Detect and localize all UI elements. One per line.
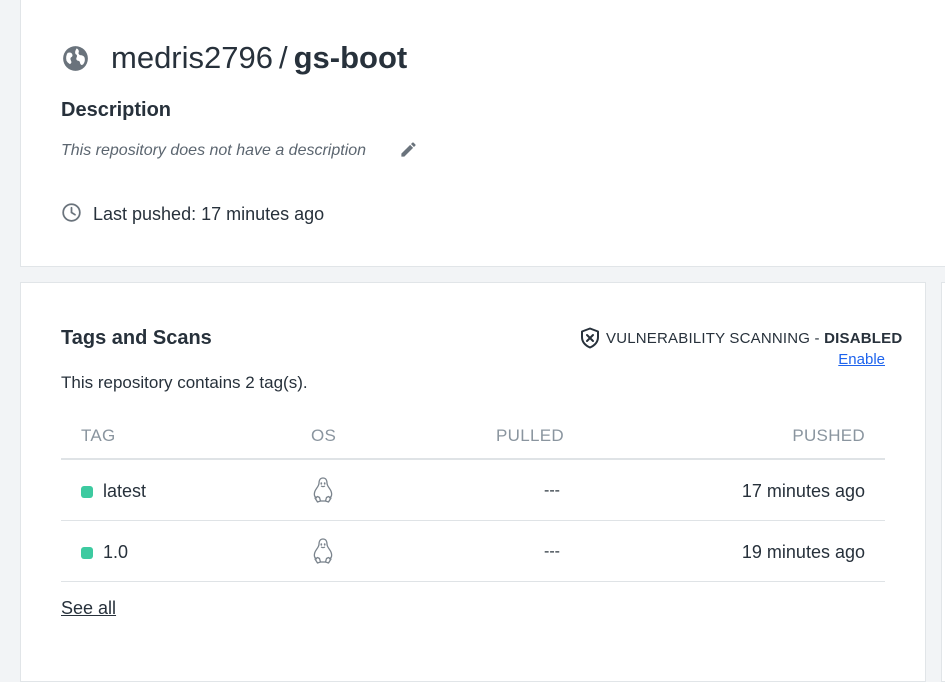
side-panel-card xyxy=(941,282,945,682)
row-divider xyxy=(61,581,885,582)
see-all-link[interactable]: See all xyxy=(61,596,116,620)
description-heading: Description xyxy=(61,99,172,121)
vulnerability-scanning-status: DISABLED xyxy=(824,330,903,347)
linux-icon xyxy=(313,538,333,564)
pulled-value: --- xyxy=(544,543,560,560)
shield-icon xyxy=(581,327,599,349)
pushed-value: 17 minutes ago xyxy=(741,481,865,501)
pushed-value: 19 minutes ago xyxy=(741,542,865,562)
pulled-value: --- xyxy=(544,482,560,499)
tags-heading: Tags and Scans xyxy=(61,327,212,349)
tag-status-dot xyxy=(81,547,93,559)
repo-title-separator: / xyxy=(278,40,288,75)
repo-owner[interactable]: medris2796 xyxy=(111,40,273,75)
repo-name: gs-boot xyxy=(293,40,408,75)
enable-scanning-link[interactable]: Enable xyxy=(838,350,885,370)
last-pushed-text: Last pushed: 17 minutes ago xyxy=(93,204,325,224)
linux-icon xyxy=(313,477,333,503)
column-header-tag: TAG xyxy=(81,426,116,445)
repo-title: medris2796/gs-boot xyxy=(111,38,407,78)
edit-icon[interactable] xyxy=(399,140,418,159)
table-row: 1.0 --- 19 minutes ago xyxy=(61,521,885,581)
column-header-pushed: PUSHED xyxy=(792,426,865,445)
description-text: This repository does not have a descript… xyxy=(61,142,367,159)
clock-icon xyxy=(62,203,81,222)
column-header-pulled: PULLED xyxy=(496,426,564,445)
tag-name-link[interactable]: 1.0 xyxy=(103,540,128,564)
table-row: latest --- 17 minutes ago xyxy=(61,460,885,520)
globe-icon xyxy=(63,46,88,71)
vulnerability-scanning-label: VULNERABILITY SCANNING - DISABLED xyxy=(606,329,902,349)
tags-count-text: This repository contains 2 tag(s). xyxy=(61,373,308,392)
tag-status-dot xyxy=(81,486,93,498)
tag-name-link[interactable]: latest xyxy=(103,479,146,503)
column-header-os: OS xyxy=(311,426,337,445)
vulnerability-scanning-text: VULNERABILITY SCANNING - xyxy=(606,330,825,347)
